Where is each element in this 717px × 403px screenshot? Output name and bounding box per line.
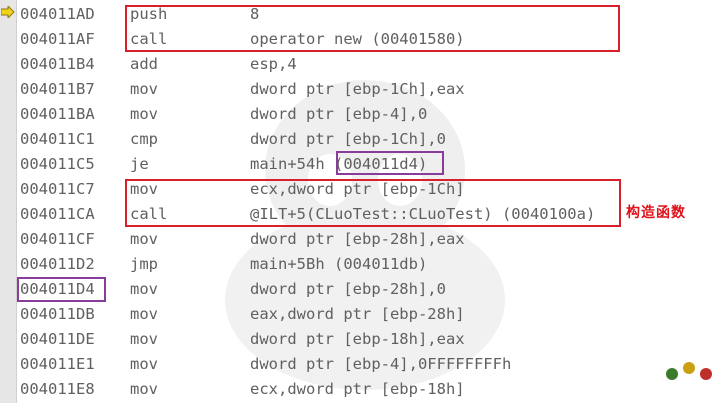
operands: ecx,dword ptr [ebp-18h] [250,380,465,398]
operands: dword ptr [ebp-28h],eax [250,230,465,248]
address: 004011C1 [20,130,95,148]
constructor-annotation: 构造函数 [626,205,686,221]
mnemonic: mov [130,105,158,123]
target-address-highlight-box [17,277,106,302]
code-row[interactable]: 004011C1 cmp dword ptr [ebp-1Ch],0 [0,127,717,152]
mnemonic: mov [130,380,158,398]
operands: dword ptr [ebp-4],0FFFFFFFFh [250,355,512,373]
jump-target-highlight-box [336,151,444,175]
code-row[interactable]: 004011BA mov dword ptr [ebp-4],0 [0,102,717,127]
mnemonic: mov [130,230,158,248]
operator-new-highlight-box [125,5,620,52]
address: 004011B7 [20,80,95,98]
mnemonic: mov [130,80,158,98]
code-row[interactable]: 004011E8 mov ecx,dword ptr [ebp-18h] [0,377,717,402]
address: 004011AF [20,30,95,48]
address: 004011C5 [20,155,95,173]
mnemonic: add [130,55,158,73]
mnemonic: jmp [130,255,158,273]
code-row[interactable]: 004011DE mov dword ptr [ebp-18h],eax [0,327,717,352]
code-row[interactable]: 004011D2 jmp main+5Bh (004011db) [0,252,717,277]
mnemonic: mov [130,355,158,373]
code-row[interactable]: 004011E1 mov dword ptr [ebp-4],0FFFFFFFF… [0,352,717,377]
operands: esp,4 [250,55,297,73]
address: 004011E8 [20,380,95,398]
operands: dword ptr [ebp-28h],0 [250,280,446,298]
address: 004011DB [20,305,95,323]
address: 004011CF [20,230,95,248]
address: 004011B4 [20,55,95,73]
mnemonic: cmp [130,130,158,148]
mnemonic: je [130,155,149,173]
constructor-call-highlight-box [125,179,621,227]
operands: dword ptr [ebp-1Ch],0 [250,130,446,148]
operands: dword ptr [ebp-4],0 [250,105,428,123]
code-row[interactable]: 004011CF mov dword ptr [ebp-28h],eax [0,227,717,252]
mnemonic: mov [130,330,158,348]
operands: dword ptr [ebp-18h],eax [250,330,465,348]
code-row[interactable]: 004011D4 mov dword ptr [ebp-28h],0 [0,277,717,302]
address: 004011E1 [20,355,95,373]
mnemonic: mov [130,280,158,298]
address: 004011D2 [20,255,95,273]
operands: dword ptr [ebp-1Ch],eax [250,80,465,98]
address: 004011CA [20,205,95,223]
code-row[interactable]: 004011B7 mov dword ptr [ebp-1Ch],eax [0,77,717,102]
address: 004011BA [20,105,95,123]
operands: main+5Bh (004011db) [250,255,428,273]
code-row[interactable]: 004011B4 add esp,4 [0,52,717,77]
address: 004011C7 [20,180,95,198]
code-row[interactable]: 004011DB mov eax,dword ptr [ebp-28h] [0,302,717,327]
address: 004011AD [20,5,95,23]
corner-logo-icon [666,362,712,380]
operands: eax,dword ptr [ebp-28h] [250,305,465,323]
mnemonic: mov [130,305,158,323]
address: 004011DE [20,330,95,348]
